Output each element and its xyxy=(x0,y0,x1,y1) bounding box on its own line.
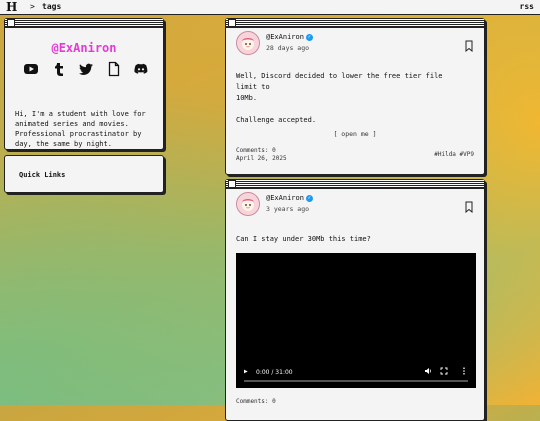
twitter-icon[interactable] xyxy=(78,61,94,77)
window-titlebar xyxy=(226,19,484,28)
verified-icon: ✓ xyxy=(305,33,313,41)
bookmark-icon[interactable] xyxy=(464,198,474,214)
quick-links-card: Quick Links xyxy=(4,155,164,193)
breadcrumb-tags[interactable]: tags xyxy=(42,2,61,11)
post-body: Well, Discord decided to lower the free … xyxy=(236,72,443,124)
discord-icon[interactable] xyxy=(133,61,149,77)
bookmark-icon[interactable] xyxy=(464,37,474,53)
site-logo[interactable]: H xyxy=(6,1,17,13)
profile-name: @ExAniron xyxy=(51,41,117,55)
open-me-button[interactable]: [ open me ] xyxy=(226,130,484,138)
window-control xyxy=(7,19,15,27)
post-age: 3 years ago xyxy=(266,205,310,213)
top-navigation-bar: H > tags rss xyxy=(0,0,540,15)
play-icon[interactable]: ▶ xyxy=(244,368,248,375)
more-options-icon[interactable] xyxy=(462,367,466,377)
post-tags[interactable]: #Hilda #VP9 xyxy=(434,151,474,158)
post-age: 28 days ago xyxy=(266,44,310,52)
post-author[interactable]: @ExAniron ✓ xyxy=(266,33,313,41)
post-date: April 26, 2025 xyxy=(236,155,287,162)
fullscreen-icon[interactable] xyxy=(440,367,448,377)
video-player[interactable]: ▶ 0:00 / 31:00 xyxy=(236,253,476,388)
post-meta: Comments: 0 April 26, 2025 xyxy=(236,147,287,163)
avatar[interactable] xyxy=(236,192,260,216)
post-card: @ExAniron ✓ 28 days ago Well, Discord dec… xyxy=(225,18,485,175)
social-links xyxy=(23,61,149,77)
verified-icon: ✓ xyxy=(305,194,313,202)
profile-bio: Hi, I'm a student with love for animated… xyxy=(15,110,146,148)
window-control xyxy=(228,19,236,27)
breadcrumb-separator: > xyxy=(30,2,35,11)
youtube-icon[interactable] xyxy=(23,61,39,77)
rss-link[interactable]: rss xyxy=(520,2,534,11)
tumblr-icon[interactable] xyxy=(51,61,67,77)
post-card: @ExAniron ✓ 3 years ago Can I stay under … xyxy=(225,179,485,421)
volume-icon[interactable] xyxy=(424,367,432,377)
video-time: 0:00 / 31:00 xyxy=(256,369,293,376)
file-icon[interactable] xyxy=(106,61,122,77)
window-titlebar xyxy=(226,180,484,189)
avatar[interactable] xyxy=(236,31,260,55)
video-controls: ▶ 0:00 / 31:00 xyxy=(236,362,476,388)
profile-card: @ExAniron Hi, I'm a student with love fo… xyxy=(4,18,164,150)
window-titlebar xyxy=(5,19,163,28)
comments-count[interactable]: Comments: 0 xyxy=(236,147,287,155)
video-progress-track[interactable] xyxy=(244,380,468,382)
post-author[interactable]: @ExAniron ✓ xyxy=(266,194,313,202)
quick-links-title: Quick Links xyxy=(19,171,66,179)
window-control xyxy=(228,180,236,188)
post-body: Can I stay under 30Mb this time? xyxy=(236,235,371,243)
